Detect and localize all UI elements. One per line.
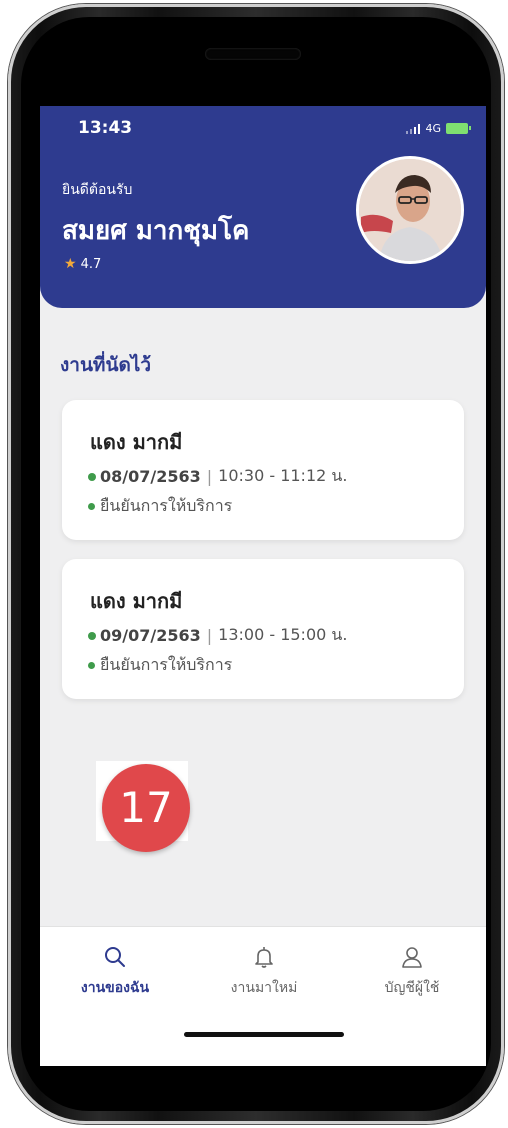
separator: | [206,626,213,645]
tab-new-jobs[interactable]: งานมาใหม่ [194,945,334,999]
tab-my-jobs[interactable]: งานของฉัน [45,945,185,999]
bell-icon [255,947,273,968]
step-badge: 17 [102,764,190,852]
app-screen: 13:43 4G ยินดีต้อนรับ สมยศ มากชุมโค ★ 4.… [40,106,486,1066]
home-indicator[interactable] [184,1032,344,1037]
appointment-datetime: 09/07/2563 | 13:00 - 15:00 น. [88,623,347,648]
customer-name: แดง มากมี [90,589,183,613]
profile-header: 13:43 4G ยินดีต้อนรับ สมยศ มากชุมโค ★ 4.… [40,106,486,308]
appointment-card[interactable]: แดง มากมี 09/07/2563 | 13:00 - 15:00 น. … [62,559,464,699]
user-rating: ★ 4.7 [64,256,101,272]
signal-icon [406,123,421,134]
status-time: 13:43 [78,118,133,138]
welcome-text: ยินดีต้อนรับ [62,182,133,198]
section-title: งานที่นัดไว้ [60,354,152,376]
appointment-status: ยืนยันการให้บริการ [88,653,232,678]
clock-icon [88,631,96,640]
bottom-tab-bar: งานของฉัน งานมาใหม่ บัญชีผู้ใช้ [40,926,486,1066]
user-icon [402,947,422,968]
user-name: สมยศ มากชุมโค [62,216,250,246]
status-indicators: 4G [406,122,471,135]
appointment-date: 09/07/2563 [100,626,201,645]
star-icon: ★ [64,256,77,272]
tab-account[interactable]: บัญชีผู้ใช้ [342,945,482,999]
tab-label: งานของฉัน [80,980,150,996]
appointment-time: 10:30 - 11:12 น. [218,466,348,485]
tab-label: งานมาใหม่ [230,980,298,996]
appointment-time: 13:00 - 15:00 น. [218,625,348,644]
status-dot-icon [88,662,95,669]
search-icon [105,947,125,967]
appointment-datetime: 08/07/2563 | 10:30 - 11:12 น. [88,464,347,489]
network-label: 4G [425,122,441,135]
clock-icon [88,472,96,481]
customer-name: แดง มากมี [90,430,183,454]
appointment-date: 08/07/2563 [100,467,201,486]
status-text: ยืนยันการให้บริการ [100,655,233,674]
phone-speaker [205,48,301,60]
appointment-card[interactable]: แดง มากมี 08/07/2563 | 10:30 - 11:12 น. … [62,400,464,540]
tab-label: บัญชีผู้ใช้ [384,980,440,996]
separator: | [206,467,213,486]
avatar[interactable] [356,156,464,264]
appointment-status: ยืนยันการให้บริการ [88,494,232,519]
status-dot-icon [88,503,95,510]
battery-icon [446,123,471,134]
status-text: ยืนยันการให้บริการ [100,496,233,515]
rating-value: 4.7 [80,256,102,272]
